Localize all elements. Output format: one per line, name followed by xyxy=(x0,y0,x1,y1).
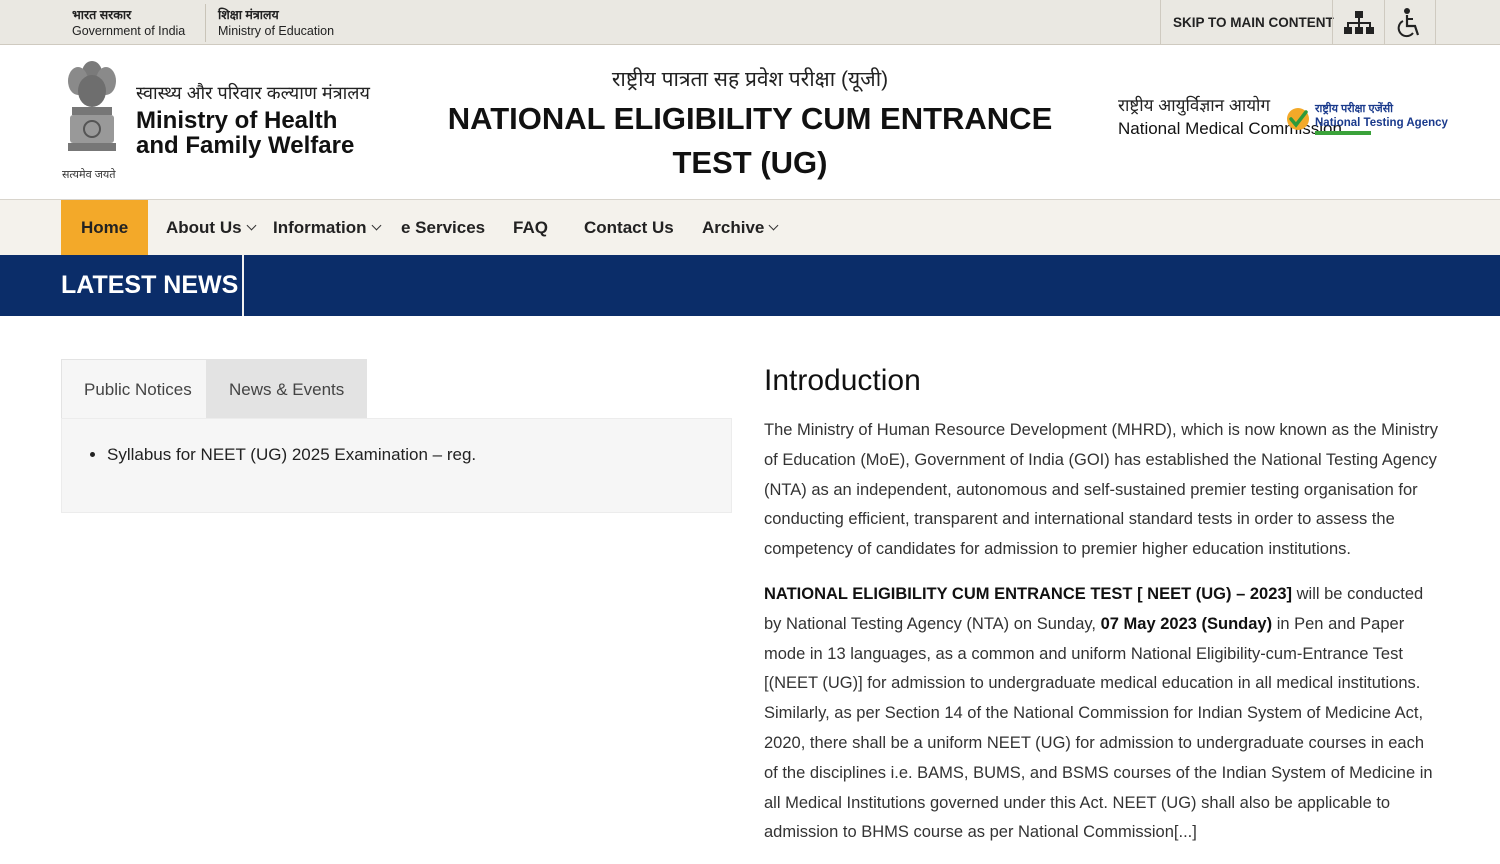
nav-faq-label: FAQ xyxy=(513,218,548,237)
government-of-india-link[interactable]: भारत सरकार Government of India xyxy=(72,7,185,39)
nav-home[interactable]: Home xyxy=(61,200,149,255)
nav-about-label: About Us xyxy=(166,218,242,237)
main-navigation: Home About Us Information e Services FAQ… xyxy=(0,200,1500,255)
nav-archive[interactable]: Archive xyxy=(702,200,779,255)
nav-archive-label: Archive xyxy=(702,218,765,237)
gov-india-hindi: भारत सरकार xyxy=(72,8,132,22)
exam-date-bold: 07 May 2023 (Sunday) xyxy=(1100,614,1273,633)
skip-to-main-content-link[interactable]: SKIP TO MAIN CONTENT xyxy=(1160,0,1346,45)
chevron-down-icon xyxy=(246,220,256,231)
sitemap-button[interactable] xyxy=(1332,0,1384,45)
nav-information-label: Information xyxy=(273,218,367,237)
neet-paragraph: NATIONAL ELIGIBILITY CUM ENTRANCE TEST [… xyxy=(764,580,1440,848)
edu-english: Ministry of Education xyxy=(218,24,335,38)
chevron-down-icon xyxy=(371,220,381,231)
ministry-english: Ministry of Health and Family Welfare xyxy=(136,107,355,159)
public-notices-panel: Syllabus for NEET (UG) 2025 Examination … xyxy=(61,418,732,513)
sitemap-icon xyxy=(1343,10,1374,34)
accessibility-button[interactable] xyxy=(1384,0,1436,45)
nav-e-services-label: e Services xyxy=(401,218,486,237)
edu-hindi: शिक्षा मंत्रालय xyxy=(218,8,279,22)
national-emblem-icon xyxy=(68,61,116,151)
nta-logo-link[interactable]: राष्ट्रीय परीक्षा एजेंसी National Testin… xyxy=(1286,102,1448,135)
neet-text-2: in Pen and Paper mode in 13 languages, a… xyxy=(764,614,1433,842)
nav-contact-us[interactable]: Contact Us xyxy=(584,200,674,255)
site-title: राष्ट्रीय पात्रता सह प्रवेश परीक्षा (यूज… xyxy=(430,65,1070,185)
site-title-english: NATIONAL ELIGIBILITY CUM ENTRANCE TEST (… xyxy=(447,101,1053,180)
site-header: सत्यमेव जयते स्वास्थ्य और परिवार कल्याण … xyxy=(0,45,1500,200)
site-title-hindi: राष्ट्रीय पात्रता सह प्रवेश परीक्षा (यूज… xyxy=(611,68,889,91)
neet-title-bold: NATIONAL ELIGIBILITY CUM ENTRANCE TEST [… xyxy=(764,584,1293,603)
gov-india-english: Government of India xyxy=(72,24,186,38)
introduction-heading: Introduction xyxy=(764,364,921,397)
nav-information[interactable]: Information xyxy=(273,200,381,255)
introduction-section: Introduction The Ministry of Human Resou… xyxy=(764,364,1440,848)
ministry-hindi: स्वास्थ्य और परिवार कल्याण मंत्रालय xyxy=(136,83,370,103)
nta-tagline-bar xyxy=(1315,131,1371,135)
ministry-of-education-link[interactable]: शिक्षा मंत्रालय Ministry of Education xyxy=(218,7,334,39)
nav-home-label: Home xyxy=(81,218,129,237)
tab-news-events[interactable]: News & Events xyxy=(206,359,368,419)
nav-e-services[interactable]: e Services xyxy=(401,200,485,255)
nav-contact-label: Contact Us xyxy=(584,218,674,237)
notices-list: Syllabus for NEET (UG) 2025 Examination … xyxy=(107,445,731,465)
satyamev-jayate-caption: सत्यमेव जयते xyxy=(62,169,116,181)
tab-public-notices[interactable]: Public Notices xyxy=(61,359,215,419)
nta-check-icon xyxy=(1287,107,1309,130)
nta-english: National Testing Agency xyxy=(1315,117,1448,129)
notice-link[interactable]: Syllabus for NEET (UG) 2025 Examination … xyxy=(107,445,731,465)
read-more-link[interactable]: [...] xyxy=(1174,823,1197,841)
accessibility-icon xyxy=(1397,7,1420,37)
divider xyxy=(205,4,206,42)
chevron-down-icon xyxy=(768,220,779,231)
latest-news-bar: LATEST NEWS xyxy=(0,255,1500,316)
latest-news-divider xyxy=(242,255,244,316)
nav-faq[interactable]: FAQ xyxy=(513,200,548,255)
latest-news-label: LATEST NEWS xyxy=(61,271,239,299)
ministry-of-health-link[interactable]: स्वास्थ्य और परिवार कल्याण मंत्रालय Mini… xyxy=(136,82,386,158)
nav-about-us[interactable]: About Us xyxy=(166,200,256,255)
government-top-bar: भारत सरकार Government of India शिक्षा मं… xyxy=(0,0,1500,45)
nta-hindi: राष्ट्रीय परीक्षा एजेंसी xyxy=(1315,103,1393,115)
introduction-paragraph: The Ministry of Human Resource Developme… xyxy=(764,421,1438,559)
